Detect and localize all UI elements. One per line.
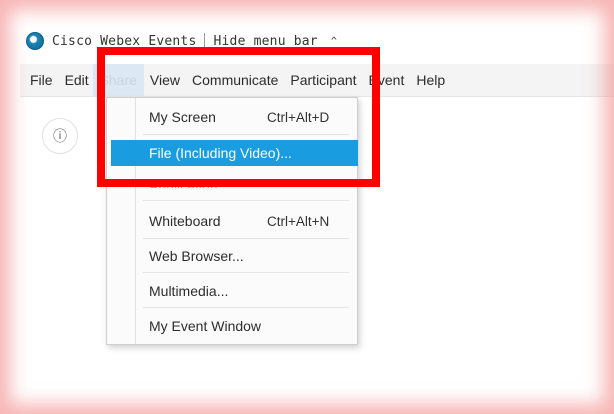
menu-separator <box>143 307 349 308</box>
info-glyph: ⓘ <box>53 128 67 144</box>
menu-view[interactable]: View <box>144 64 186 96</box>
menu-item-shortcut: Ctrl+Alt+D <box>267 109 330 125</box>
menu-item-shortcut: Ctrl+Alt+N <box>267 213 330 229</box>
menu-file[interactable]: File <box>20 64 59 96</box>
app-window: Cisco Webex Events Hide menu bar ^ File … <box>0 0 614 414</box>
hide-menu-bar-label: Hide menu bar <box>213 33 318 49</box>
share-my-screen-item[interactable]: My Screen Ctrl+Alt+D <box>111 104 363 130</box>
menu-separator <box>143 200 349 201</box>
menu-item-label: Whiteboard <box>149 213 221 229</box>
menu-help[interactable]: Help <box>410 64 451 96</box>
menu-separator <box>143 134 349 135</box>
info-icon[interactable]: ⓘ <box>42 118 78 154</box>
share-dropdown-menu: My Screen Ctrl+Alt+D File (Including Vid… <box>106 97 358 345</box>
title-bar: Cisco Webex Events Hide menu bar ^ <box>26 30 337 52</box>
menu-item-label: File (Including Video)... <box>149 145 292 161</box>
menu-participant[interactable]: Participant <box>284 64 362 96</box>
share-my-event-window-item[interactable]: My Event Window <box>111 313 363 339</box>
menu-edit[interactable]: Edit <box>59 64 93 96</box>
share-file-item[interactable]: File (Including Video)... <box>111 140 358 166</box>
menu-item-label: Web Browser... <box>149 248 244 264</box>
hide-menu-bar-button[interactable]: Hide menu bar ^ <box>213 34 337 49</box>
menu-separator <box>143 238 349 239</box>
title-divider <box>204 33 206 49</box>
menu-item-label: My Screen <box>149 109 216 125</box>
window-title: Cisco Webex Events <box>52 33 197 49</box>
share-application-item[interactable]: Application <box>111 172 363 188</box>
menu-bar: File Edit Share View Communicate Partici… <box>20 64 614 97</box>
share-multimedia-item[interactable]: Multimedia... <box>111 278 363 304</box>
menu-share[interactable]: Share <box>92 64 144 96</box>
menu-separator <box>143 272 349 273</box>
menu-event[interactable]: Event <box>363 64 411 96</box>
menu-item-label: My Event Window <box>149 318 262 334</box>
webex-logo-icon <box>26 32 44 50</box>
share-whiteboard-item[interactable]: Whiteboard Ctrl+Alt+N <box>111 208 363 234</box>
menu-item-label: Multimedia... <box>149 283 229 299</box>
menu-item-label: Application <box>149 178 218 188</box>
share-web-browser-item[interactable]: Web Browser... <box>111 243 363 269</box>
chevron-up-icon: ^ <box>330 35 338 47</box>
menu-communicate[interactable]: Communicate <box>186 64 284 96</box>
